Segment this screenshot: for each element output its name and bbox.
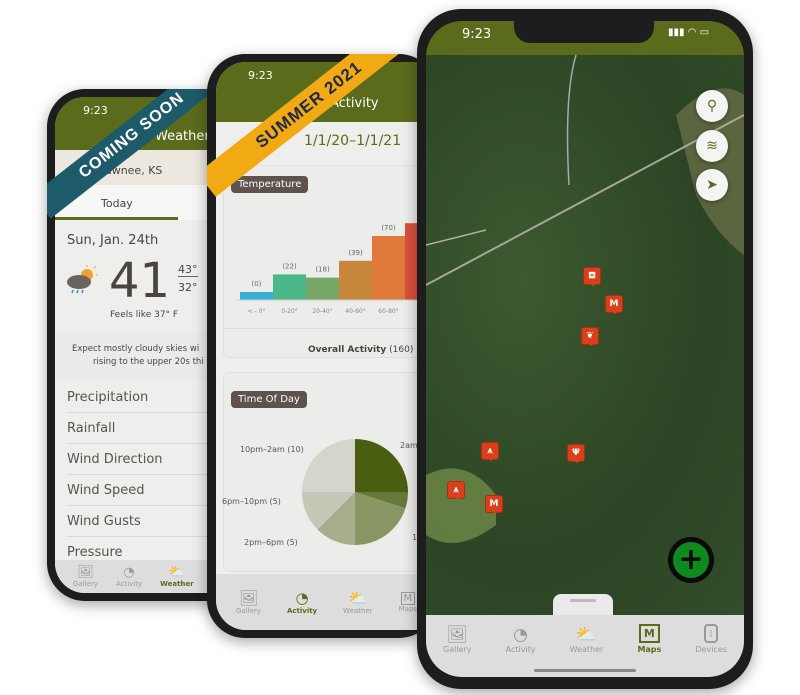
bar-1 bbox=[273, 274, 306, 300]
pie-label: 6pm–10pm (5) bbox=[222, 497, 281, 506]
status-time: 9:23 bbox=[462, 27, 492, 42]
tab-devices[interactable]: ⁝ Devices bbox=[695, 624, 727, 654]
bar-4 bbox=[372, 236, 405, 300]
bar-3 bbox=[339, 260, 372, 300]
tab-weather[interactable]: ⛅ Weather bbox=[343, 589, 372, 615]
bar-category-label: 60-80° bbox=[378, 308, 398, 315]
tab-gallery[interactable]: 🖼 Gallery bbox=[73, 565, 98, 588]
devices-icon: ⁝ bbox=[704, 624, 718, 643]
tab-weather[interactable]: ⛅ Weather bbox=[570, 625, 604, 654]
tab-maps[interactable]: M Maps bbox=[637, 624, 661, 654]
tab-activity[interactable]: ◔ Activity bbox=[116, 565, 142, 588]
bar-value-label: (70) bbox=[381, 224, 396, 232]
activity-phone: 9:23 Activity 1/1/20–1/1/21 Temperature … bbox=[207, 54, 437, 638]
marker-tracks[interactable]: ❦ bbox=[581, 327, 599, 346]
activity-icon: ◔ bbox=[295, 589, 309, 607]
add-button[interactable]: + bbox=[668, 537, 714, 583]
map-phone: 9:23 ▮▮▮ ◠ ▭ ⚲ ≋ ➤ ⛾ M ❦ ⩚ Ψ ⩚ M + 🖼 Gall… bbox=[417, 9, 753, 689]
gallery-icon: 🖼 bbox=[446, 624, 469, 645]
bar-category-label: 0-20° bbox=[281, 308, 298, 315]
bar-value-label: (39) bbox=[348, 249, 363, 257]
bar-category-label: 40-60° bbox=[345, 308, 365, 315]
pie-label: 2pm–6pm (5) bbox=[244, 538, 298, 547]
time-of-day-tag: Time Of Day bbox=[231, 391, 307, 408]
coming-soon-ribbon: COMING SOON bbox=[47, 89, 232, 219]
locate-button[interactable]: ➤ bbox=[696, 169, 728, 201]
search-button[interactable]: ⚲ bbox=[696, 90, 728, 122]
marker-camera[interactable]: M bbox=[485, 495, 503, 514]
description-line-1: Expect mostly cloudy skies wi bbox=[72, 344, 200, 354]
map-screen: 9:23 ▮▮▮ ◠ ▭ ⚲ ≋ ➤ ⛾ M ❦ ⩚ Ψ ⩚ M + 🖼 Gall… bbox=[426, 21, 744, 677]
tab-weather[interactable]: ⛅ Weather bbox=[160, 565, 193, 588]
cloud-rain-sun-icon bbox=[65, 265, 99, 295]
feels-like: Feels like 37° F bbox=[110, 310, 179, 320]
bar-2 bbox=[306, 277, 339, 300]
tab-maps[interactable]: M Maps bbox=[399, 591, 417, 613]
map-tab-bar: 🖼 Gallery ◔ Activity ⛅ Weather M Maps ⁝ Devic… bbox=[426, 615, 744, 677]
layers-button[interactable]: ≋ bbox=[696, 130, 728, 162]
low-temp: 32° bbox=[178, 281, 198, 294]
bar-category-label: < - 0° bbox=[248, 308, 266, 315]
plus-icon: + bbox=[678, 542, 704, 577]
gallery-icon: 🖼 bbox=[77, 565, 94, 580]
tab-activity[interactable]: ◔ Activity bbox=[506, 625, 536, 654]
marker-feeder[interactable]: ⛾ bbox=[583, 267, 601, 286]
temperature-bar-chart: (0) < - 0° (22) 0-20° (18) 20-40° (39) 40-60° (7… bbox=[236, 223, 437, 315]
bar-value-label: (0) bbox=[252, 280, 262, 288]
current-temperature: 41 bbox=[109, 253, 171, 309]
marker-camera[interactable]: M bbox=[605, 295, 623, 314]
navigation-arrow-icon: ➤ bbox=[706, 177, 718, 193]
activity-icon: ◔ bbox=[513, 624, 529, 645]
marker-stand[interactable]: ⩚ bbox=[447, 481, 465, 500]
time-of-day-pie-chart: 2am–610a2pm–6pm (5)6pm–10pm (5)10pm–2am … bbox=[222, 439, 427, 547]
gallery-icon: 🖼 bbox=[238, 589, 258, 607]
marker-deer[interactable]: Ψ bbox=[567, 444, 585, 463]
bar-value-label: (18) bbox=[315, 266, 330, 274]
maps-icon: M bbox=[638, 624, 660, 643]
description-line-2: rising to the upper 20s thi bbox=[93, 357, 204, 367]
pie-label: 10pm–2am (10) bbox=[240, 445, 304, 454]
bar-0 bbox=[240, 292, 273, 300]
summer-2021-ribbon: SUMMER 2021 bbox=[207, 54, 421, 197]
bar-value-label: (22) bbox=[282, 262, 297, 270]
pie-slice-5 bbox=[302, 439, 355, 492]
tab-gallery[interactable]: 🖼 Gallery bbox=[236, 589, 261, 615]
activity-icon: ◔ bbox=[123, 565, 135, 580]
layers-icon: ≋ bbox=[706, 138, 718, 154]
high-temp: 43° bbox=[178, 263, 198, 277]
maps-icon: M bbox=[400, 591, 416, 605]
activity-tab-bar: 🖼 Gallery ◔ Activity ⛅ Weather M Maps bbox=[216, 574, 437, 630]
marker-stand[interactable]: ⩚ bbox=[481, 442, 499, 461]
signal-wifi-battery-icons: ▮▮▮ ◠ ▭ bbox=[668, 27, 710, 38]
bar-category-label: 20-40° bbox=[312, 308, 332, 315]
weather-icon: ⛅ bbox=[575, 624, 598, 645]
notch bbox=[514, 21, 654, 43]
weather-icon: ⛅ bbox=[168, 565, 185, 580]
tab-gallery[interactable]: 🖼 Gallery bbox=[443, 625, 472, 654]
home-indicator bbox=[534, 669, 636, 672]
weather-icon: ⛅ bbox=[348, 589, 368, 607]
search-icon: ⚲ bbox=[706, 98, 718, 114]
drawer-handle[interactable] bbox=[553, 594, 613, 616]
overall-activity: Overall Activity (160) bbox=[308, 345, 414, 355]
tab-activity[interactable]: ◔ Activity bbox=[287, 589, 317, 615]
